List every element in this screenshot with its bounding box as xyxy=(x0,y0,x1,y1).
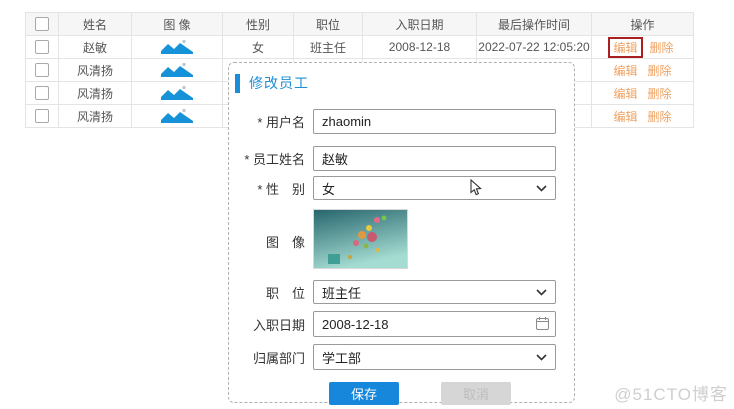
save-button[interactable]: 保存 xyxy=(329,382,399,405)
delete-link[interactable]: 删除 xyxy=(650,41,674,55)
cell-image xyxy=(131,58,223,82)
cell-last-op-time: 2022-07-22 12:05:20 xyxy=(476,35,592,59)
gender-label: * 性 别 xyxy=(257,181,305,197)
row-checkbox[interactable] xyxy=(35,109,49,124)
edit-link[interactable]: 编辑 xyxy=(613,41,637,55)
hire-date-picker xyxy=(313,311,556,337)
modal-title-row: 修改员工 xyxy=(235,73,309,93)
username-field-row: * 用户名 xyxy=(237,109,556,134)
username-label: * 用户名 xyxy=(257,115,305,130)
chevron-down-icon xyxy=(536,289,547,296)
header-name: 姓名 xyxy=(58,12,132,36)
header-image: 图 像 xyxy=(131,12,223,36)
table-header-row: 姓名 图 像 性别 职位 入职日期 最后操作时间 操作 xyxy=(25,12,694,36)
department-label: 归属部门 xyxy=(252,350,305,366)
photo-placeholder-icon xyxy=(161,39,193,54)
cell-actions: 编辑 删除 xyxy=(591,104,694,128)
edit-employee-modal: 修改员工 * 用户名 * 员工姓名 * 性 别 女 图 像 xyxy=(228,62,575,405)
hire-date-input[interactable] xyxy=(313,311,556,337)
cancel-button[interactable]: 取消 xyxy=(441,382,511,405)
gender-select-value: 女 xyxy=(322,181,336,197)
cell-name: 风清扬 xyxy=(58,104,132,128)
department-field-row: 归属部门 学工部 xyxy=(237,344,556,370)
employee-photo-thumbnail xyxy=(313,209,408,274)
cell-actions: 编辑 删除 xyxy=(591,58,694,82)
cell-hire-date: 2008-12-18 xyxy=(362,35,477,59)
image-field-row: 图 像 xyxy=(237,209,408,274)
position-select-value: 班主任 xyxy=(322,285,362,301)
photo-placeholder-icon xyxy=(161,62,193,77)
delete-link[interactable]: 删除 xyxy=(648,64,672,78)
department-select[interactable]: 学工部 xyxy=(313,344,556,370)
gender-field-row: * 性 别 女 xyxy=(237,176,556,200)
employee-name-field-row: * 员工姓名 xyxy=(237,146,556,171)
select-all-cell xyxy=(25,12,59,36)
cell-actions: 编辑 删除 xyxy=(591,35,694,59)
position-select[interactable]: 班主任 xyxy=(313,280,556,304)
employee-name-label: * 员工姓名 xyxy=(244,152,305,167)
cell-image xyxy=(131,35,223,59)
image-label: 图 像 xyxy=(265,235,305,250)
row-checkbox[interactable] xyxy=(35,86,49,101)
delete-link[interactable]: 删除 xyxy=(648,87,672,101)
delete-link[interactable]: 删除 xyxy=(648,110,672,124)
department-select-value: 学工部 xyxy=(322,350,362,366)
chevron-down-icon xyxy=(536,185,547,192)
modal-title: 修改员工 xyxy=(249,75,309,91)
mouse-cursor-icon xyxy=(470,179,482,196)
watermark: @51CTO博客 xyxy=(614,385,728,404)
cell-name: 风清扬 xyxy=(58,58,132,82)
username-input[interactable] xyxy=(313,109,556,134)
cell-name: 风清扬 xyxy=(58,81,132,105)
cell-gender: 女 xyxy=(222,35,294,59)
cell-position: 班主任 xyxy=(293,35,363,59)
header-gender: 性别 xyxy=(222,12,294,36)
edit-link[interactable]: 编辑 xyxy=(613,64,637,78)
row-checkbox[interactable] xyxy=(35,63,49,78)
position-field-row: 职 位 班主任 xyxy=(237,280,556,304)
cell-name: 赵敏 xyxy=(58,35,132,59)
photo-placeholder-icon xyxy=(161,108,193,123)
employee-management-screen: 姓名 图 像 性别 职位 入职日期 最后操作时间 操作 赵敏 女 班主任 200… xyxy=(0,0,734,409)
edit-highlight-box: 编辑 xyxy=(608,36,643,58)
header-last-op-time: 最后操作时间 xyxy=(476,12,592,36)
gender-select[interactable]: 女 xyxy=(313,176,556,200)
cell-image xyxy=(131,104,223,128)
header-actions: 操作 xyxy=(591,12,694,36)
photo-placeholder-icon xyxy=(161,85,193,100)
cell-actions: 编辑 删除 xyxy=(591,81,694,105)
employee-name-input[interactable] xyxy=(313,146,556,171)
edit-link[interactable]: 编辑 xyxy=(613,87,637,101)
cell-image xyxy=(131,81,223,105)
table-row: 赵敏 女 班主任 2008-12-18 2022-07-22 12:05:20 … xyxy=(25,35,694,59)
chevron-down-icon xyxy=(536,354,547,361)
hire-date-label: 入职日期 xyxy=(252,317,305,333)
title-accent-bar xyxy=(235,73,240,93)
header-position: 职位 xyxy=(293,12,363,36)
position-label: 职 位 xyxy=(265,285,305,301)
hire-date-field-row: 入职日期 xyxy=(237,311,556,337)
calendar-icon[interactable] xyxy=(536,317,549,330)
row-checkbox[interactable] xyxy=(35,40,49,55)
header-hire-date: 入职日期 xyxy=(362,12,477,36)
edit-link[interactable]: 编辑 xyxy=(613,110,637,124)
select-all-checkbox[interactable] xyxy=(35,17,49,32)
